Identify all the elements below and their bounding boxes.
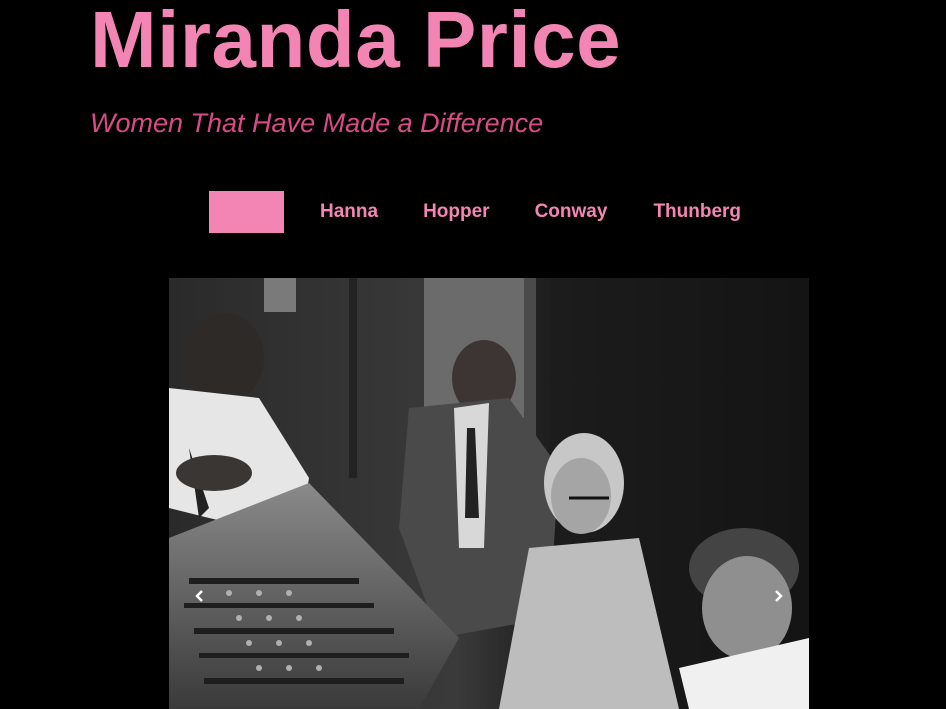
main-nav: Hanna Hopper Conway Thunberg (209, 191, 741, 233)
carousel-next-button[interactable] (763, 578, 793, 614)
carousel-photo (169, 278, 809, 709)
image-carousel (169, 278, 809, 709)
site-title[interactable]: Miranda Price (90, 0, 621, 86)
nav-item-conway[interactable]: Conway (535, 191, 608, 233)
site-tagline: Women That Have Made a Difference (90, 108, 544, 138)
chevron-right-icon (775, 590, 783, 602)
page: Miranda Price Women That Have Made a Dif… (0, 0, 946, 709)
chevron-left-icon (195, 590, 203, 602)
nav-item-home[interactable] (209, 191, 284, 233)
nav-item-hopper[interactable]: Hopper (423, 191, 490, 233)
nav-item-thunberg[interactable]: Thunberg (653, 191, 741, 233)
nav-item-hanna[interactable]: Hanna (320, 191, 378, 233)
carousel-prev-button[interactable] (185, 578, 215, 614)
